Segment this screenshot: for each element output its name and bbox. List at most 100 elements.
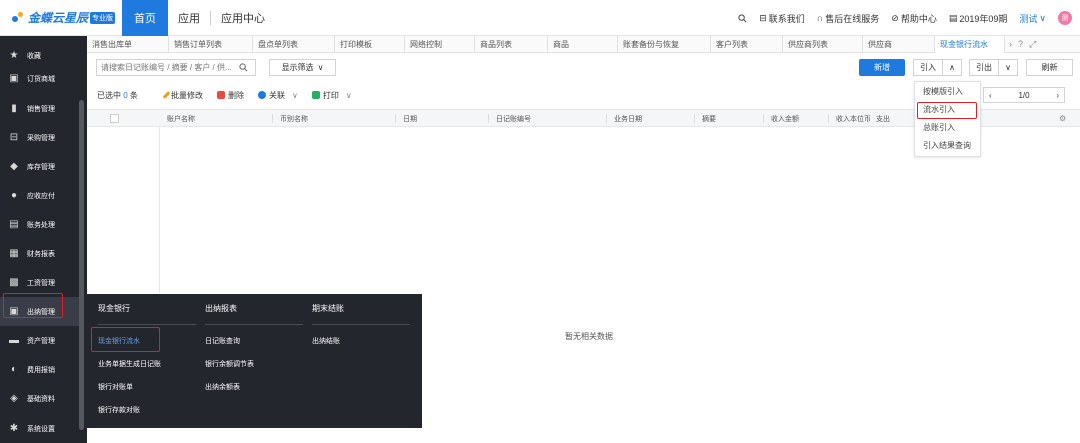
online-service-link[interactable]: ∩ 售后在线服务 [817, 12, 879, 25]
period-selector[interactable]: ▤ 2019年09期 [949, 12, 1008, 25]
refresh-button[interactable]: 刷新 [1026, 59, 1073, 76]
sidebar-item-coin[interactable]: ● 应收应付 [0, 181, 79, 210]
sidebar-item-cart[interactable]: ⊟ 采购管理 [0, 123, 79, 152]
selected-suffix: 条 [129, 90, 138, 100]
sidebar-item-base-data[interactable]: ◈ 基础资料 [0, 384, 79, 413]
sidebar-item-label: 销售管理 [27, 105, 55, 113]
search-input[interactable] [97, 60, 239, 75]
tab-2[interactable]: 销售订单列表 [169, 36, 253, 53]
column-header[interactable]: 支出 [876, 110, 890, 127]
export-button[interactable]: 引出 [970, 60, 999, 75]
import-button[interactable]: 引入 [914, 60, 943, 75]
column-divider[interactable] [763, 114, 764, 123]
import-menu-item[interactable]: 引入结果查询 [915, 136, 980, 154]
tab-9[interactable]: 客户列表 [711, 36, 783, 53]
sidebar-item-asset[interactable]: ▬ 资产管理 [0, 326, 79, 355]
flyout-menu-item[interactable]: 出纳余额表 [205, 382, 240, 392]
settings-icon: ✱ [9, 423, 19, 434]
import-menu-item[interactable]: 总账引入 [915, 118, 980, 136]
tab-12[interactable]: 现金银行流水 [935, 36, 1005, 53]
tab-next-icon[interactable]: › [1009, 39, 1012, 49]
tab-10[interactable]: 供应商列表 [783, 36, 863, 53]
sidebar-scrollbar[interactable] [79, 100, 84, 430]
export-chevron-down-icon[interactable]: ∨ [999, 60, 1017, 75]
flyout-menu-item[interactable]: 日记账查询 [205, 336, 240, 346]
sidebar-item-label: 费用报销 [27, 366, 55, 374]
sidebar-item-shop[interactable]: ▣ 订货商城 [0, 64, 79, 93]
link-button[interactable]: 关联 ∨ [258, 90, 298, 101]
prev-page-icon[interactable]: ‹ [989, 91, 992, 100]
sidebar-item-label: 收藏 [27, 52, 41, 60]
star-icon: ★ [9, 50, 19, 61]
batch-edit-button[interactable]: 批量修改 [162, 90, 203, 101]
column-settings-gear-icon[interactable]: ⚙ [1059, 110, 1066, 127]
logo-text: 金蝶云星辰 [28, 11, 89, 25]
print-button[interactable]: 打印 ∨ [311, 90, 352, 101]
column-header[interactable]: 收入金额 [771, 110, 799, 127]
flyout-menu-item[interactable]: 出纳结账 [312, 336, 340, 346]
sidebar-item-box[interactable]: ◆ 库存管理 [0, 152, 79, 181]
column-header[interactable]: 账户名称 [167, 110, 195, 127]
new-button[interactable]: 新增 [859, 59, 905, 76]
contact-us-link[interactable]: ⊟ 联系我们 [759, 12, 805, 25]
chevron-down-icon: ∨ [1039, 12, 1046, 23]
column-header[interactable]: 摘要 [702, 110, 716, 127]
flyout-menu-item[interactable]: 银行存款对账 [98, 405, 140, 415]
nav-apps[interactable]: 应用 [168, 0, 210, 36]
tab-help-icon[interactable]: ? [1018, 39, 1023, 49]
tab-11[interactable]: 供应商 [863, 36, 935, 53]
search-icon[interactable] [239, 63, 248, 72]
select-all-checkbox[interactable] [110, 114, 119, 123]
show-filter-button[interactable]: 显示筛选 ∨ [269, 59, 336, 76]
column-header[interactable]: 收入本位币 [836, 110, 871, 127]
tab-3[interactable]: 盘点单列表 [253, 36, 335, 53]
help-icon: ⊘ [891, 12, 899, 23]
import-chevron-up-icon[interactable]: ∧ [943, 60, 961, 75]
tab-8[interactable]: 账套备份与恢复 [618, 36, 711, 53]
tab-7[interactable]: 商品 [548, 36, 618, 53]
column-divider[interactable] [828, 114, 829, 123]
column-divider[interactable] [395, 114, 396, 123]
user-menu[interactable]: 测试 ∨ [1019, 12, 1046, 25]
column-divider[interactable] [606, 114, 607, 123]
pager: ‹ 1/0 › [983, 87, 1065, 103]
tab-bar: 消售出库单 销售订单列表 盘点单列表 打印模板 网络控制 商品列表 商品 账套备份与恢复 客户列… [87, 36, 1080, 53]
tab-6[interactable]: 商品列表 [475, 36, 548, 53]
link-label: 关联 [269, 90, 285, 100]
flyout-menu-item[interactable]: 业务单据生成日记账 [98, 359, 161, 369]
tab-1[interactable]: 消售出库单 [87, 36, 169, 53]
sidebar-item-report[interactable]: ▦ 财务报表 [0, 239, 79, 268]
import-menu-item[interactable]: 按模版引入 [915, 82, 980, 100]
sidebar-item-label: 账务处理 [27, 221, 55, 229]
avatar[interactable]: 测 [1058, 11, 1072, 25]
top-right-tools: ⊟ 联系我们 ∩ 售后在线服务 ⊘ 帮助中心 ▤ 2019年09期 测试 ∨ 测 [738, 0, 1072, 36]
logo[interactable]: 金蝶云星辰 专业版 [10, 9, 116, 26]
next-page-icon[interactable]: › [1056, 91, 1059, 100]
column-header[interactable]: 币别名称 [280, 110, 308, 127]
column-divider[interactable] [488, 114, 489, 123]
column-divider[interactable] [868, 114, 869, 123]
top-bar: 金蝶云星辰 专业版 首页 应用 应用中心 ⊟ 联系我们 ∩ 售后在线服务 ⊘ 帮… [0, 0, 1080, 36]
flyout-menu-item[interactable]: 银行余额调节表 [205, 359, 254, 369]
shop-icon: ▣ [9, 73, 19, 84]
sidebar-item-expense[interactable]: ◐ 费用报销 [0, 355, 79, 384]
report-icon: ▦ [9, 248, 19, 259]
column-header[interactable]: 日期 [403, 110, 417, 127]
help-center-link[interactable]: ⊘ 帮助中心 [891, 12, 937, 25]
search-icon[interactable] [738, 13, 747, 23]
nav-home[interactable]: 首页 [122, 0, 168, 36]
column-header[interactable]: 日记账编号 [496, 110, 531, 127]
column-header[interactable]: 业务日期 [614, 110, 642, 127]
nav-app-center[interactable]: 应用中心 [211, 0, 275, 36]
tab-5[interactable]: 网络控制 [405, 36, 475, 53]
sidebar-item-chart[interactable]: ▮ 销售管理 [0, 94, 79, 123]
column-divider[interactable] [694, 114, 695, 123]
sidebar-item-ledger[interactable]: ▤ 账务处理 [0, 210, 79, 239]
expand-icon[interactable]: ⤢ [1029, 39, 1036, 50]
column-divider[interactable] [272, 114, 273, 123]
tab-4[interactable]: 打印模板 [335, 36, 405, 53]
flyout-menu-item[interactable]: 银行对账单 [98, 382, 133, 392]
sidebar-item-settings[interactable]: ✱ 系统设置 [0, 414, 79, 443]
delete-button[interactable]: 删除 [217, 90, 244, 101]
headset-icon: ∩ [816, 13, 824, 23]
